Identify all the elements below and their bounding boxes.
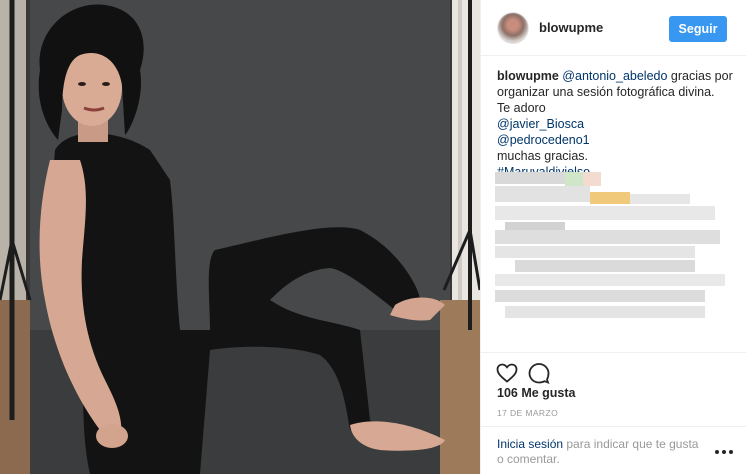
blurred-comments [495,172,725,327]
post-photo[interactable] [0,0,480,474]
login-link[interactable]: Inicia sesión [497,437,563,451]
caption-text-3: muchas gracias. [497,149,589,163]
post-header: blowupme Seguir [481,0,746,56]
mention-pedro[interactable]: @pedrocedeno1 [497,132,733,148]
avatar[interactable] [497,12,529,44]
post-caption: blowupme @antonio_abeledo gracias por or… [497,68,733,180]
more-options-icon[interactable] [713,445,735,457]
mention-javier[interactable]: @javier_Biosca [497,116,733,132]
login-text: Inicia sesión para indicar que te gusta … [497,437,707,467]
header-username[interactable]: blowupme [539,20,603,35]
post-sidebar: blowupme Seguir blowupme @antonio_abeled… [480,0,746,474]
mention-antonio[interactable]: @antonio_abeledo [562,69,667,83]
comment-icon[interactable] [527,361,551,385]
photo-woman-seated [0,0,480,474]
likes-count[interactable]: 106 Me gusta [497,386,576,400]
caption-text-2: Te adoro [497,101,546,115]
heart-icon[interactable] [495,361,519,385]
follow-button[interactable]: Seguir [669,16,727,42]
login-prompt: Inicia sesión para indicar que te gusta … [481,426,746,474]
post-date: 17 DE MARZO [497,408,559,418]
caption-username[interactable]: blowupme [497,69,559,83]
